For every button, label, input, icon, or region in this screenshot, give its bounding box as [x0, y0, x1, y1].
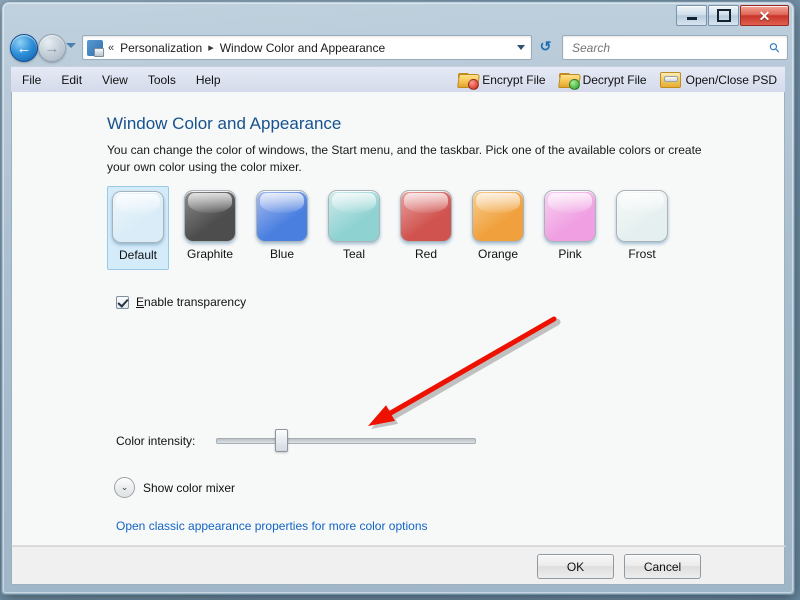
close-button[interactable]: ✕ — [740, 5, 789, 26]
color-swatch-label: Blue — [269, 247, 295, 261]
show-color-mixer-row[interactable]: ⌄ Show color mixer — [114, 477, 235, 498]
color-tile[interactable] — [328, 190, 380, 242]
drive-icon — [659, 71, 681, 88]
color-tile[interactable] — [544, 190, 596, 242]
address-bar[interactable]: « Personalization ▸ Window Color and App… — [82, 35, 532, 60]
color-swatch-graphite[interactable]: Graphite — [179, 186, 241, 270]
command-area: OK Cancel — [11, 545, 786, 585]
toolbar: Encrypt File Decrypt File Open/Close PSD — [453, 70, 785, 90]
color-swatch-hit[interactable]: Teal — [323, 186, 385, 270]
caption-button-group: ✕ — [676, 5, 789, 26]
color-intensity-row: Color intensity: — [116, 429, 476, 452]
enable-transparency-checkbox[interactable] — [116, 295, 129, 309]
toolbar-encrypt-file[interactable]: Encrypt File — [453, 70, 553, 90]
color-swatch-frost[interactable]: Frost — [611, 186, 673, 270]
close-icon: ✕ — [758, 7, 771, 24]
refresh-icon: ↺ — [539, 38, 552, 54]
color-swatch-teal[interactable]: Teal — [323, 186, 385, 270]
address-dropdown-icon[interactable] — [517, 45, 525, 50]
ok-button[interactable]: OK — [537, 554, 614, 579]
color-swatch-hit[interactable]: Pink — [539, 186, 601, 270]
content-pane: Window Color and Appearance You can chan… — [11, 92, 785, 545]
color-swatch-label: Orange — [477, 247, 519, 261]
color-swatch-label: Teal — [342, 247, 365, 261]
minimize-button[interactable] — [676, 5, 707, 26]
cancel-button[interactable]: Cancel — [624, 554, 701, 579]
folder-green-badge-icon — [557, 72, 581, 90]
recent-pages-dropdown-icon[interactable] — [66, 43, 76, 48]
breadcrumb-separator-icon[interactable]: ▸ — [203, 41, 219, 54]
breadcrumb-window-color[interactable]: Window Color and Appearance — [219, 41, 386, 55]
toolbar-encrypt-file-label: Encrypt File — [482, 72, 546, 87]
color-swatch-label: Default — [118, 248, 158, 262]
title-bar: ✕ — [2, 2, 794, 30]
forward-button[interactable]: → — [38, 34, 66, 62]
back-arrow-icon: ← — [16, 39, 32, 57]
toolbar-open-close-psd[interactable]: Open/Close PSD — [655, 70, 785, 90]
color-tile[interactable] — [616, 190, 668, 242]
color-swatch-label: Frost — [628, 247, 656, 261]
refresh-button[interactable]: ↺ — [534, 35, 557, 58]
toolbar-open-close-psd-label: Open/Close PSD — [685, 72, 777, 87]
color-swatch-hit[interactable]: Blue — [251, 186, 313, 270]
search-box[interactable]: ⚲ — [562, 35, 788, 60]
show-color-mixer-label: Show color mixer — [143, 480, 236, 495]
personalization-icon — [87, 39, 104, 57]
color-swatch-label: Graphite — [186, 247, 234, 261]
color-swatch-red[interactable]: Red — [395, 186, 457, 270]
explorer-window: ✕ ← → « Personalization ▸ Window Color a… — [2, 2, 794, 594]
color-swatch-hit[interactable]: Orange — [467, 186, 529, 270]
enable-transparency-label: Enable transparency — [136, 295, 247, 309]
slider-thumb[interactable] — [275, 429, 288, 452]
menu-help[interactable]: Help — [187, 70, 230, 90]
color-swatch-pink[interactable]: Pink — [539, 186, 601, 270]
color-swatch-orange[interactable]: Orange — [467, 186, 529, 270]
menu-view[interactable]: View — [93, 70, 137, 90]
color-intensity-label: Color intensity: — [116, 434, 196, 448]
search-input[interactable] — [570, 39, 771, 56]
color-swatch-label: Pink — [558, 247, 582, 261]
color-tile[interactable] — [400, 190, 452, 242]
color-swatch-label: Red — [414, 247, 437, 261]
color-swatch-hit[interactable]: Graphite — [179, 186, 241, 270]
color-swatch-blue[interactable]: Blue — [251, 186, 313, 270]
breadcrumb-personalization[interactable]: Personalization — [119, 41, 203, 55]
classic-appearance-link[interactable]: Open classic appearance properties for m… — [116, 519, 428, 533]
maximize-icon — [716, 9, 731, 22]
color-intensity-slider[interactable] — [216, 429, 476, 452]
command-area-separator — [12, 546, 786, 547]
chevron-down-icon[interactable]: ⌄ — [114, 477, 135, 498]
color-swatch-hit[interactable]: Frost — [611, 186, 673, 270]
color-tile[interactable] — [472, 190, 524, 242]
breadcrumb-overflow-icon[interactable]: « — [103, 42, 119, 54]
menu-file[interactable]: File — [13, 70, 50, 90]
enable-transparency-row[interactable]: Enable transparency — [116, 295, 246, 309]
minimize-icon — [686, 17, 697, 20]
color-swatch-hit[interactable]: Red — [395, 186, 457, 270]
menu-tools[interactable]: Tools — [139, 70, 185, 90]
forward-arrow-icon: → — [44, 39, 60, 57]
back-button[interactable]: ← — [10, 34, 38, 62]
color-tile[interactable] — [112, 191, 164, 243]
folder-red-badge-icon — [457, 72, 481, 90]
color-swatch-default[interactable]: Default — [107, 186, 169, 270]
color-tile[interactable] — [256, 190, 308, 242]
toolbar-decrypt-file[interactable]: Decrypt File — [554, 70, 655, 90]
menu-toolbar-band: File Edit View Tools Help Encrypt File D… — [11, 66, 785, 92]
address-bar-row: ← → « Personalization ▸ Window Color and… — [2, 30, 794, 64]
toolbar-decrypt-file-label: Decrypt File — [582, 72, 647, 87]
page-description: You can change the color of windows, the… — [107, 143, 702, 174]
menu-edit[interactable]: Edit — [52, 70, 91, 90]
color-swatch-hit[interactable]: Default — [107, 186, 169, 270]
maximize-button[interactable] — [708, 5, 739, 26]
page-title: Window Color and Appearance — [107, 114, 342, 133]
color-tile[interactable] — [184, 190, 236, 242]
